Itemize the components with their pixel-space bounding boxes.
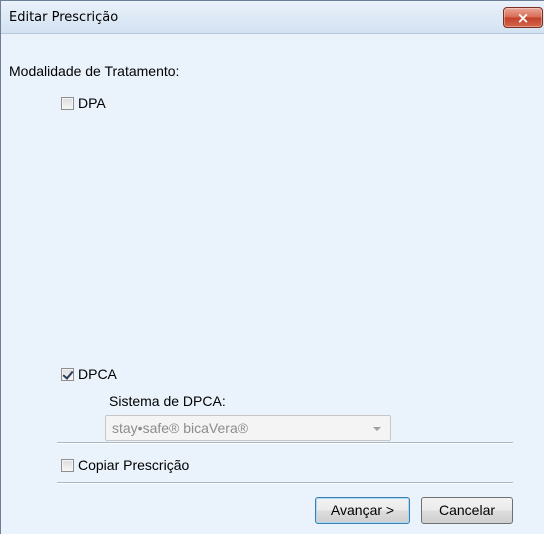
dpca-system-select[interactable]: stay•safe® bicaVera® [105,415,391,441]
divider [57,482,513,484]
copy-prescription-checkbox[interactable] [61,459,74,472]
chevron-down-icon [373,427,381,431]
dpa-checkbox[interactable] [61,97,74,110]
dialog-title: Editar Prescrição [9,10,119,25]
dpca-checkbox[interactable] [61,368,74,381]
dpa-label[interactable]: DPA [78,95,106,111]
close-icon: × [516,8,530,27]
copy-prescription-label[interactable]: Copiar Prescrição [78,457,189,473]
title-bar[interactable]: Editar Prescrição × [1,1,544,34]
divider [57,442,513,444]
next-button[interactable]: Avançar > [315,497,410,524]
dpca-label[interactable]: DPCA [78,366,117,382]
dialog-content: Modalidade de Tratamento: DPA DPCA Siste… [1,35,544,534]
dpca-system-value: stay•safe® bicaVera® [112,420,249,436]
modality-label: Modalidade de Tratamento: [9,63,180,79]
close-button[interactable]: × [503,7,543,28]
dpca-system-label: Sistema de DPCA: [109,393,226,409]
cancel-button[interactable]: Cancelar [421,497,513,524]
dialog-window: Editar Prescrição × Modalidade de Tratam… [0,0,544,534]
